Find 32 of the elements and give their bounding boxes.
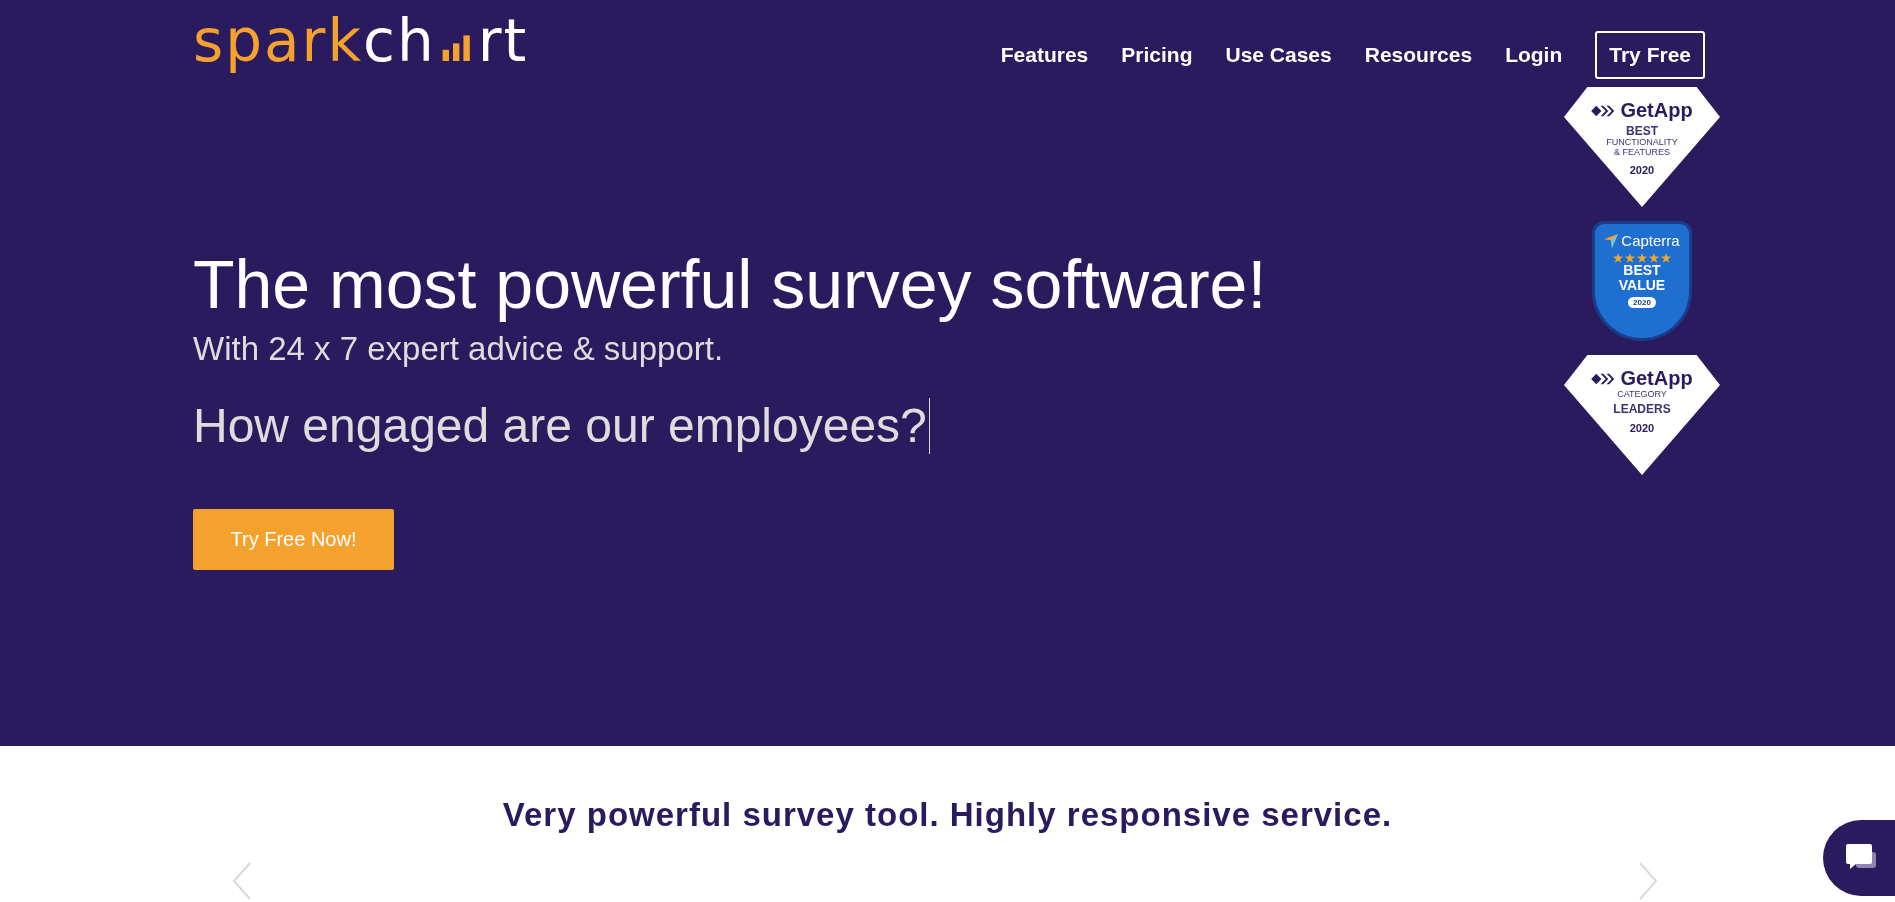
badge-label: LEADERS xyxy=(1613,402,1671,417)
nav-link[interactable]: Resources xyxy=(1364,43,1473,67)
badge-label: VALUE xyxy=(1618,277,1666,293)
badge-label: CATEGORY xyxy=(1617,390,1667,400)
logo[interactable]: sparkch rt xyxy=(193,7,529,75)
badge-year: 2020 xyxy=(1629,422,1655,435)
star-icon xyxy=(1661,253,1671,263)
star-icon xyxy=(1613,253,1623,263)
badge-year: 2020 xyxy=(1629,163,1655,176)
text-cursor xyxy=(928,397,930,454)
badge-label: FUNCTIONALITY xyxy=(1606,138,1678,149)
nav-link[interactable]: Login xyxy=(1505,43,1563,67)
star-icon xyxy=(1637,253,1647,263)
star-icon xyxy=(1649,253,1659,263)
badge-brand: GetApp xyxy=(1620,367,1693,390)
hero-subtitle: With 24 x 7 expert advice & support. xyxy=(193,329,725,368)
badge-brand: Capterra xyxy=(1621,232,1680,249)
nav-link[interactable]: Pricing xyxy=(1121,43,1193,67)
chat-button[interactable] xyxy=(1823,820,1895,896)
badge-year: 2020 xyxy=(1628,297,1656,309)
nav-link[interactable]: Features xyxy=(1000,43,1089,67)
capterra-logo-icon xyxy=(1604,233,1619,248)
badge-label: & FEATURES xyxy=(1614,148,1670,158)
testimonial-quote: Very powerful survey tool. Highly responsive service. xyxy=(502,796,1393,835)
hero-title: The most powerful survey software! xyxy=(193,247,1267,322)
badge-brand: GetApp xyxy=(1620,99,1693,122)
badge-label: BEST xyxy=(1623,263,1661,278)
nav-link[interactable]: Use Cases xyxy=(1225,43,1332,67)
typed-question: How engaged are our employees? xyxy=(193,398,927,454)
try-free-button[interactable]: Try Free xyxy=(1595,31,1705,79)
badge-label: BEST xyxy=(1626,125,1658,139)
star-icon xyxy=(1625,253,1635,263)
